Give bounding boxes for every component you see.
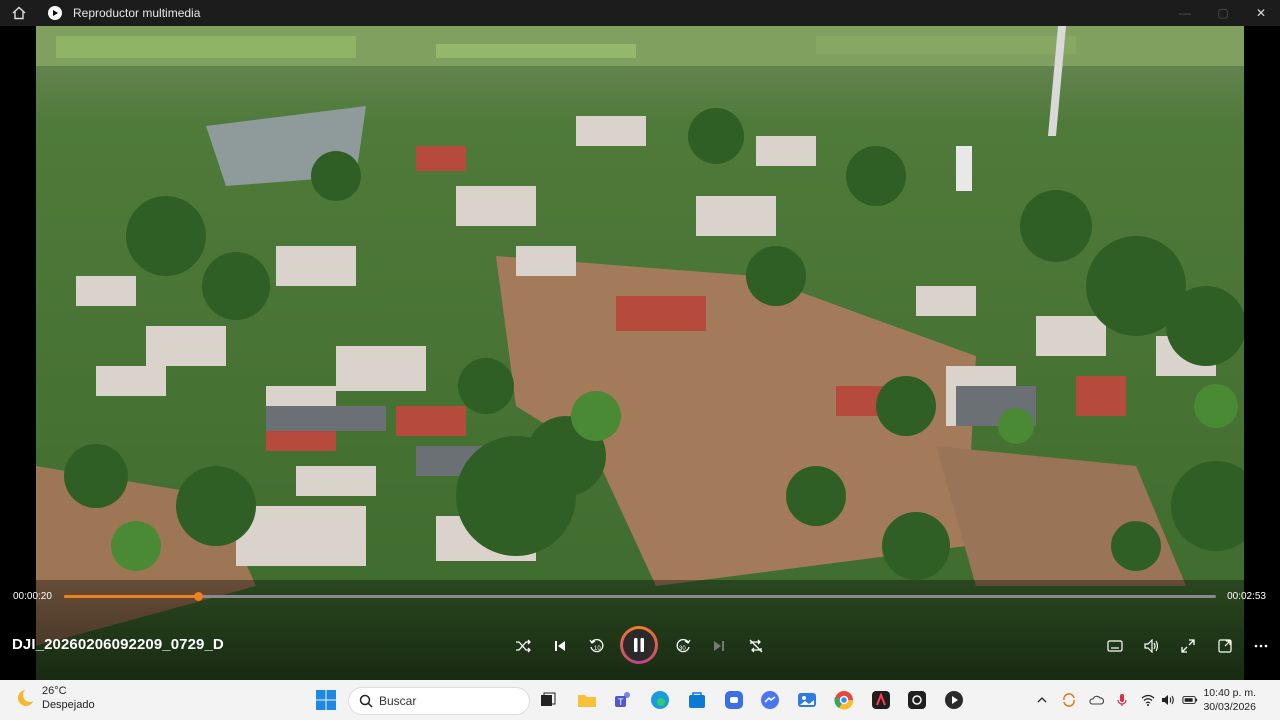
svg-text:30: 30 xyxy=(679,646,686,652)
volume-button[interactable] xyxy=(1138,632,1166,660)
rewind-10-icon: 10 xyxy=(589,638,604,653)
repeat-off-icon xyxy=(749,639,763,653)
fullscreen-icon xyxy=(1181,639,1195,653)
previous-icon xyxy=(555,641,565,651)
chat-app-icon xyxy=(725,691,743,709)
weather-temperature: 26°C xyxy=(42,685,67,697)
app-button-adobe[interactable] xyxy=(870,689,892,711)
app-button-obs[interactable] xyxy=(906,689,928,711)
clock-date: 30/03/2026 xyxy=(1203,701,1256,713)
app-icon xyxy=(48,6,62,20)
chrome-icon xyxy=(834,691,854,710)
next-button[interactable] xyxy=(705,632,733,660)
media-player-button[interactable] xyxy=(943,689,965,711)
tray-onedrive[interactable] xyxy=(1088,692,1104,708)
tray-microphone[interactable] xyxy=(1114,692,1130,708)
svg-text:T: T xyxy=(618,697,624,707)
home-button[interactable] xyxy=(0,0,38,26)
subtitles-button[interactable] xyxy=(1101,632,1129,660)
tray-sync[interactable] xyxy=(1061,692,1077,708)
camera-app-icon xyxy=(908,691,926,709)
seek-bar-thumb[interactable] xyxy=(193,592,203,601)
battery-icon xyxy=(1182,695,1198,705)
seek-bar[interactable] xyxy=(64,592,1216,601)
minimize-button[interactable]: — xyxy=(1166,0,1204,26)
clock-time: 10:40 p. m. xyxy=(1203,687,1256,699)
edge-button[interactable] xyxy=(649,689,671,711)
sync-icon xyxy=(1063,693,1075,707)
volume-icon xyxy=(1144,639,1159,653)
maximize-button[interactable]: ▢ xyxy=(1204,0,1242,26)
shuffle-button[interactable] xyxy=(509,632,537,660)
rewind-10-button[interactable]: 10 xyxy=(583,632,611,660)
pause-icon xyxy=(634,638,644,652)
fullscreen-button[interactable] xyxy=(1174,632,1202,660)
edge-icon xyxy=(651,691,669,709)
video-filename: DJI_20260206092209_0729_D xyxy=(12,636,224,653)
title-bar: Reproductor multimedia — ▢ ✕ xyxy=(0,0,1280,26)
repeat-button[interactable] xyxy=(742,632,770,660)
forward-30-button[interactable]: 30 xyxy=(669,632,697,660)
store-icon xyxy=(689,692,705,708)
taskbar: 26°C Despejado Buscar T 10:40 p. m. 30/0… xyxy=(0,680,1280,720)
speaker-icon xyxy=(1162,695,1174,705)
store-button[interactable] xyxy=(686,689,708,711)
teams-button[interactable]: T xyxy=(612,689,634,711)
teams-icon: T xyxy=(615,692,630,707)
windows-logo-icon xyxy=(316,690,336,710)
weather-widget[interactable]: 26°C Despejado xyxy=(16,684,95,712)
task-view-button[interactable] xyxy=(537,689,559,711)
player-controls: 00:00:20 00:02:53 DJI_20260206092209_072… xyxy=(0,580,1280,680)
photos-icon xyxy=(798,693,816,707)
next-icon xyxy=(714,641,724,651)
show-hidden-icons-button[interactable] xyxy=(1034,692,1050,708)
cloud-icon xyxy=(1089,695,1104,705)
seek-bar-progress xyxy=(64,595,198,598)
svg-text:10: 10 xyxy=(594,646,601,652)
subtitles-icon xyxy=(1107,640,1123,652)
task-view-icon xyxy=(541,692,556,706)
file-explorer-button[interactable] xyxy=(576,689,598,711)
folder-icon xyxy=(578,695,596,707)
more-options-button[interactable] xyxy=(1247,632,1275,660)
taskbar-clock[interactable]: 10:40 p. m. 30/03/2026 xyxy=(1203,686,1256,714)
forward-30-icon: 30 xyxy=(676,638,691,653)
weather-description: Despejado xyxy=(42,699,95,711)
adobe-icon xyxy=(872,691,890,709)
search-icon xyxy=(359,694,373,708)
miniplayer-icon xyxy=(1218,639,1232,653)
tray-wifi[interactable] xyxy=(1140,692,1156,708)
window-title: Reproductor multimedia xyxy=(73,6,201,20)
messenger-icon xyxy=(761,691,779,709)
total-time: 00:02:53 xyxy=(1227,591,1266,602)
app-button-photos[interactable] xyxy=(796,689,818,711)
app-button-discord[interactable] xyxy=(723,689,745,711)
wifi-icon xyxy=(1141,694,1155,706)
miniplayer-button[interactable] xyxy=(1211,632,1239,660)
current-time: 00:00:20 xyxy=(13,591,52,602)
media-player-icon xyxy=(945,691,963,709)
shuffle-icon xyxy=(516,639,531,653)
moon-weather-icon xyxy=(18,688,36,706)
home-icon xyxy=(12,6,26,20)
search-placeholder: Buscar xyxy=(379,694,417,708)
close-button[interactable]: ✕ xyxy=(1242,0,1280,26)
app-button-messenger[interactable] xyxy=(759,689,781,711)
chevron-up-icon xyxy=(1037,697,1047,703)
previous-button[interactable] xyxy=(546,632,574,660)
start-button[interactable] xyxy=(315,689,337,711)
taskbar-search[interactable]: Buscar xyxy=(348,687,530,715)
tray-battery[interactable] xyxy=(1182,692,1198,708)
play-pause-button[interactable] xyxy=(620,626,658,664)
tray-volume[interactable] xyxy=(1160,692,1176,708)
more-icon xyxy=(1254,644,1268,648)
microphone-icon xyxy=(1117,694,1127,706)
chrome-button[interactable] xyxy=(833,689,855,711)
